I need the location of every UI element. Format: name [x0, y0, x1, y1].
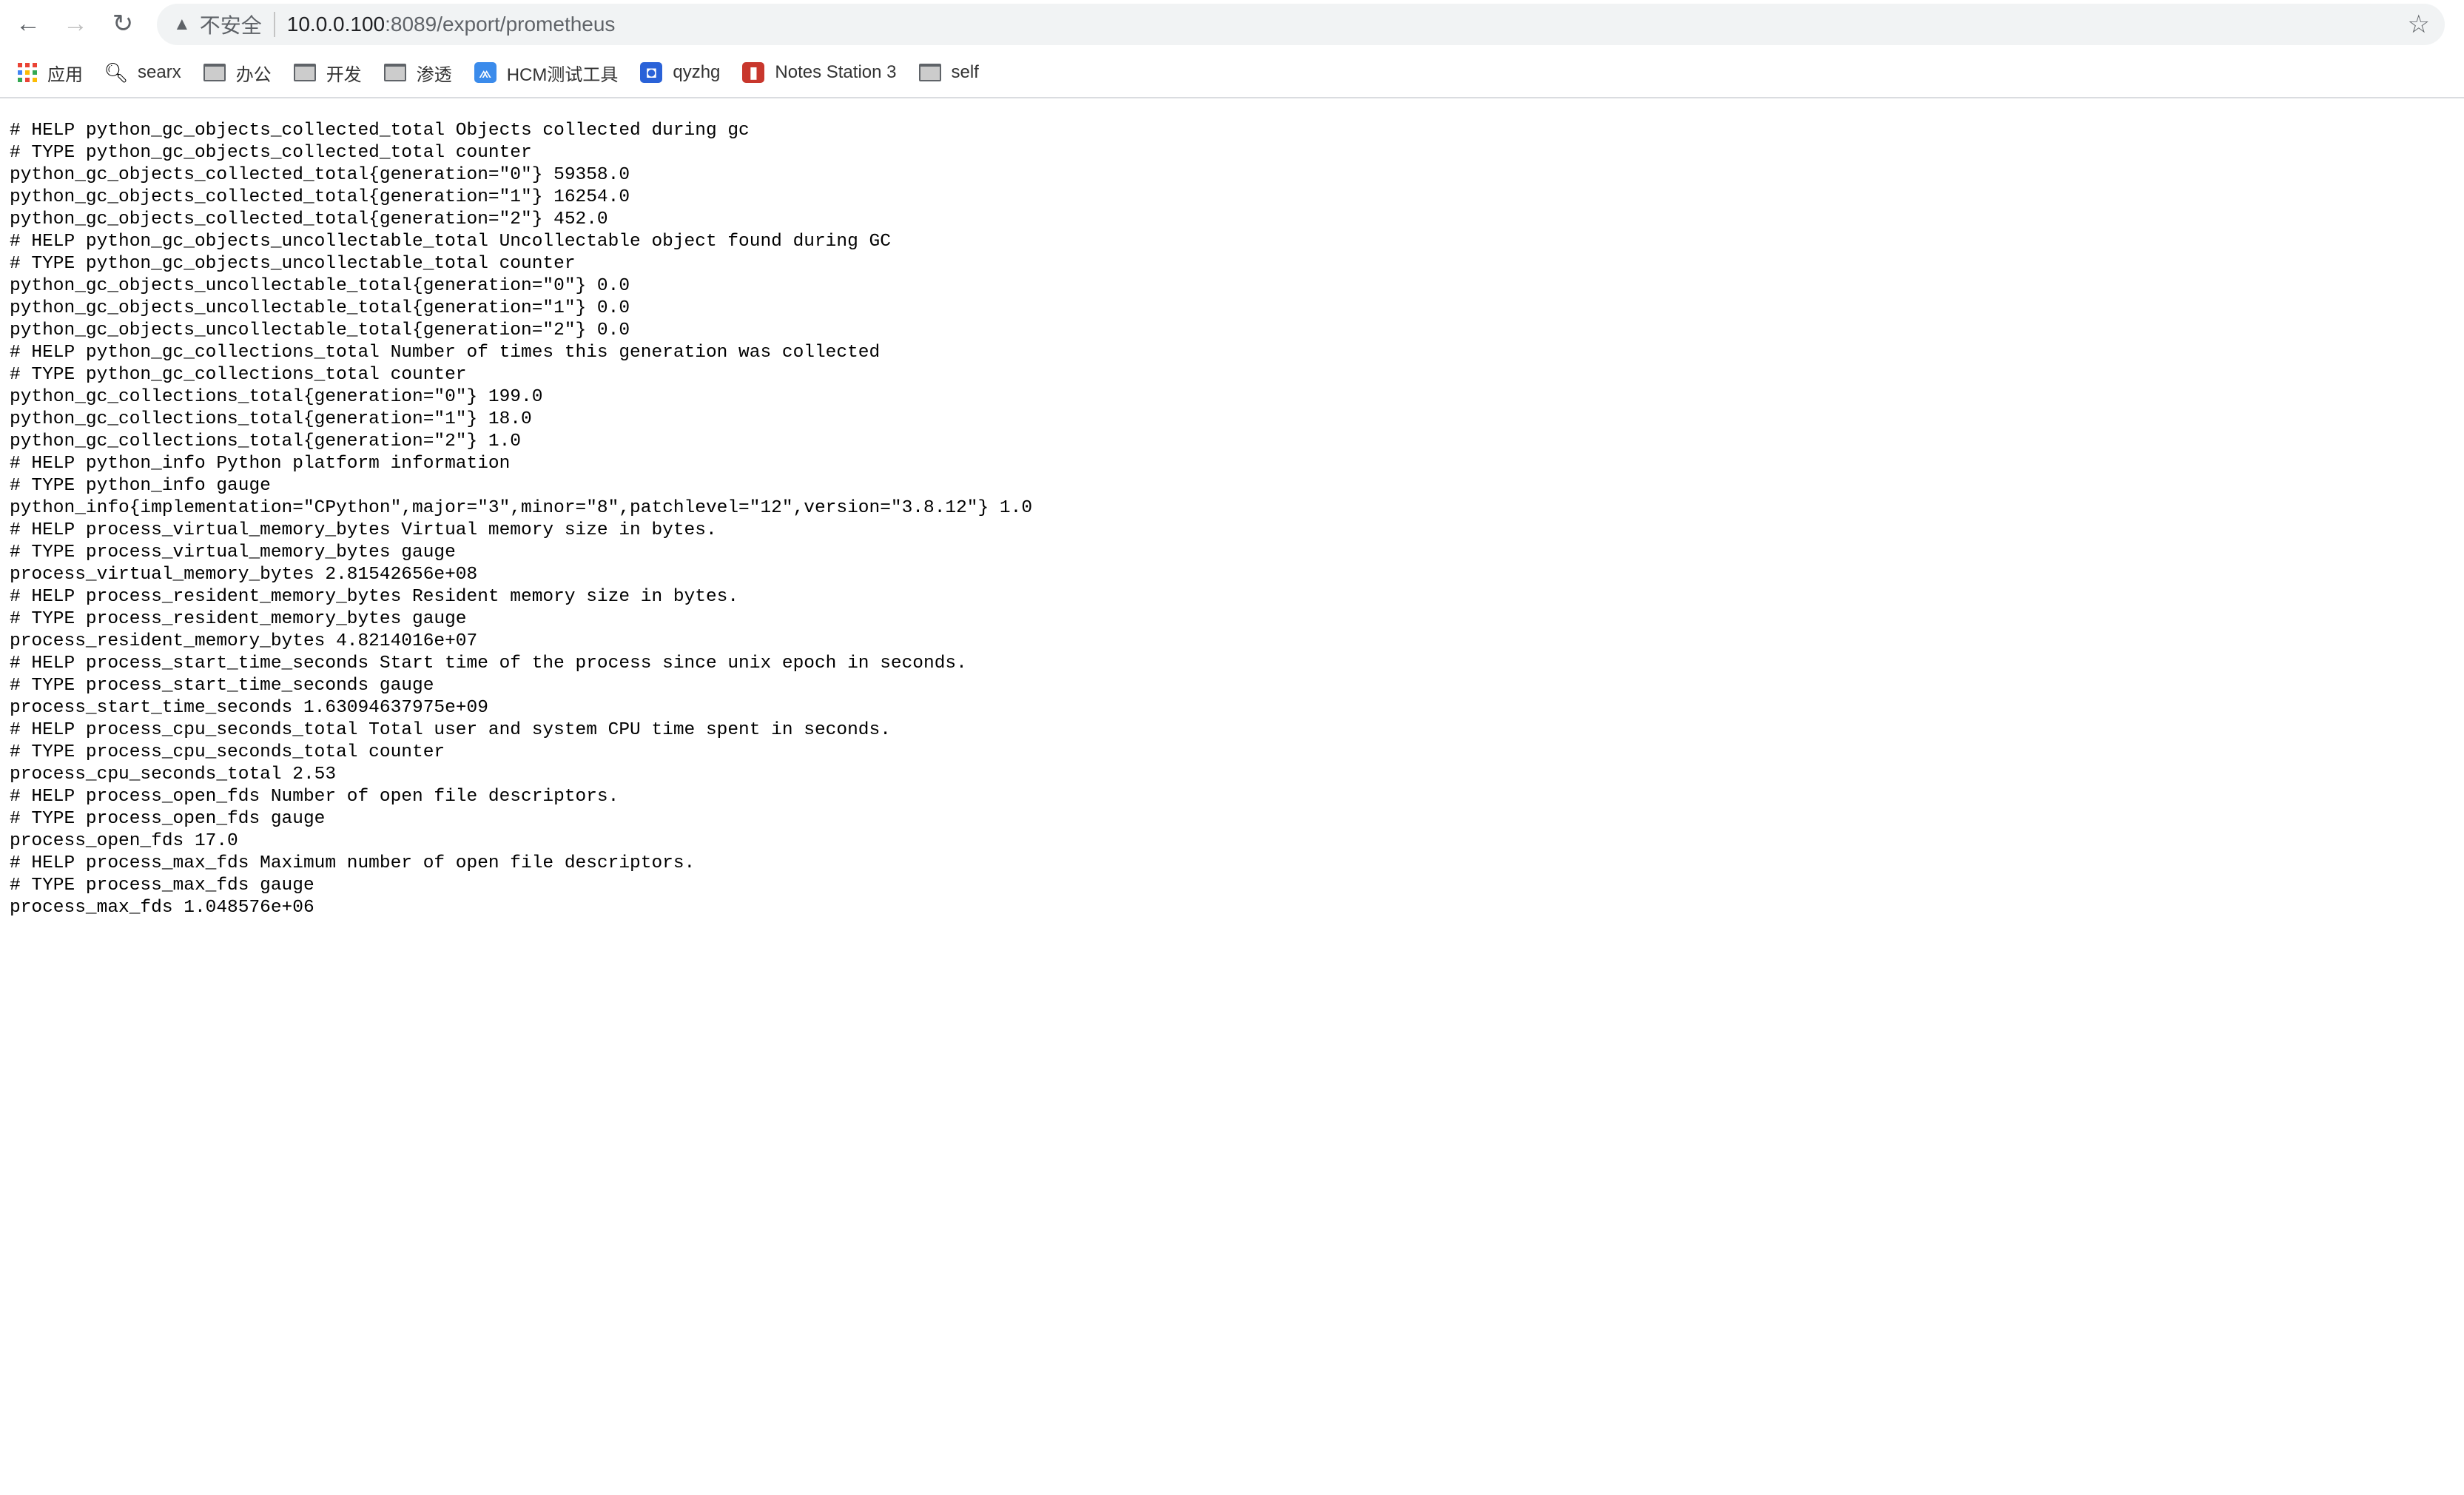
arrow-left-icon: ← — [16, 9, 41, 38]
metric-comment-line: # HELP python_gc_objects_collected_total… — [10, 121, 750, 141]
metric-comment-line: # HELP process_start_time_seconds Start … — [10, 654, 967, 673]
bookmark-hcm测试工具[interactable]: ⩕ HCM测试工具 — [474, 60, 619, 86]
bookmark-star-icon[interactable]: ☆ — [2408, 10, 2430, 39]
bookmarks-bar: 应用 🔍︎ searx 办公 开发 渗透 ⩕ HCM测试工具 ◘ qyzhg ▮ Notes Stat… — [0, 49, 2464, 96]
metric-comment-line: # TYPE process_max_fds gauge — [10, 876, 314, 896]
metric-value-line: process_resident_memory_bytes 4.8214016e… — [10, 631, 478, 651]
page-content: # HELP python_gc_objects_collected_total… — [10, 120, 1032, 919]
metric-comment-line: # HELP python_gc_collections_total Numbe… — [10, 343, 881, 363]
metric-comment-line: # TYPE python_gc_objects_uncollectable_t… — [10, 254, 576, 274]
metric-comment-line: # HELP python_gc_objects_uncollectable_t… — [10, 232, 891, 252]
metric-comment-line: # HELP process_max_fds Maximum number of… — [10, 853, 696, 873]
metric-value-line: python_gc_collections_total{generation="… — [10, 431, 522, 451]
bookmark-label: 办公 — [235, 64, 272, 85]
metric-value-line: process_open_fds 17.0 — [10, 831, 238, 851]
search-icon: 🔍︎ — [104, 61, 129, 84]
bookmark-label: 渗透 — [416, 64, 452, 85]
metric-comment-line: # HELP process_resident_memory_bytes Res… — [10, 587, 739, 607]
url-host[interactable]: 10.0.0.100 — [287, 13, 385, 36]
bookmark-label: 应用 — [47, 64, 83, 85]
bookmark-qyzhg[interactable]: ◘ qyzhg — [640, 62, 720, 83]
apps-grid-icon — [18, 63, 37, 82]
bookmark-label: 开发 — [326, 64, 362, 85]
bookmark-渗透[interactable]: 渗透 — [383, 60, 452, 86]
metric-value-line: python_gc_objects_uncollectable_total{ge… — [10, 276, 630, 296]
bookmark-label: qyzhg — [673, 62, 721, 82]
bookmark-label: Notes Station 3 — [775, 62, 897, 82]
security-label[interactable]: 不安全 — [200, 10, 262, 39]
metric-value-line: python_gc_objects_collected_total{genera… — [10, 165, 630, 185]
folder-icon — [918, 64, 941, 81]
folder-icon — [293, 64, 316, 81]
metric-comment-line: # TYPE process_start_time_seconds gauge — [10, 676, 434, 696]
metric-value-line: python_info{implementation="CPython",maj… — [10, 498, 1033, 518]
bookmark-notes-station-3[interactable]: ▮ Notes Station 3 — [742, 62, 897, 83]
address-bar[interactable]: ▲ 不安全 10.0.0.100:8089/export/prometheus … — [157, 4, 2445, 45]
metric-comment-line: # TYPE process_open_fds gauge — [10, 809, 326, 829]
reload-icon: ↻ — [112, 10, 134, 38]
bookmark-label: searx — [138, 62, 181, 82]
metric-value-line: process_virtual_memory_bytes 2.81542656e… — [10, 565, 478, 585]
bookmark-label: HCM测试工具 — [506, 64, 619, 85]
metric-comment-line: # HELP python_info Python platform infor… — [10, 454, 511, 474]
metric-comment-line: # HELP process_open_fds Number of open f… — [10, 787, 619, 807]
metric-comment-line: # TYPE python_info gauge — [10, 476, 271, 496]
hcm-logo-icon: ⩕ — [474, 62, 496, 83]
metric-value-line: process_cpu_seconds_total 2.53 — [10, 765, 337, 785]
metric-value-line: python_gc_collections_total{generation="… — [10, 409, 532, 429]
metric-comment-line: # TYPE process_virtual_memory_bytes gaug… — [10, 542, 456, 562]
url-path[interactable]: :8089/export/prometheus — [385, 13, 615, 36]
bookmark-self[interactable]: self — [918, 62, 979, 83]
divider — [273, 12, 275, 37]
metric-comment-line: # TYPE python_gc_objects_collected_total… — [10, 143, 532, 163]
metric-comment-line: # TYPE python_gc_collections_total count… — [10, 365, 467, 385]
bookmark-searx[interactable]: 🔍︎ searx — [104, 61, 181, 84]
metric-comment-line: # TYPE process_cpu_seconds_total counter — [10, 742, 445, 762]
metric-value-line: python_gc_objects_uncollectable_total{ge… — [10, 298, 630, 318]
notes-logo-icon: ▮ — [742, 62, 765, 83]
metric-comment-line: # HELP process_cpu_seconds_total Total u… — [10, 720, 891, 740]
metric-comment-line: # TYPE process_resident_memory_bytes gau… — [10, 609, 467, 629]
metric-value-line: python_gc_objects_uncollectable_total{ge… — [10, 320, 630, 340]
metric-value-line: python_gc_collections_total{generation="… — [10, 387, 543, 407]
metric-value-line: process_max_fds 1.048576e+06 — [10, 898, 314, 918]
folder-icon — [203, 64, 226, 81]
back-button[interactable]: ← — [12, 7, 44, 40]
qyzhg-logo-icon: ◘ — [640, 62, 663, 83]
bookmark-办公[interactable]: 办公 — [203, 60, 272, 86]
bookmark-label: self — [951, 62, 979, 82]
metric-value-line: python_gc_objects_collected_total{genera… — [10, 209, 608, 229]
metric-comment-line: # HELP process_virtual_memory_bytes Virt… — [10, 520, 717, 540]
toolbar-divider — [0, 97, 2464, 98]
browser-toolbar: ← → ↻ ▲ 不安全 10.0.0.100:8089/export/prome… — [0, 0, 2464, 49]
metric-value-line: python_gc_objects_collected_total{genera… — [10, 187, 630, 207]
folder-icon — [383, 64, 406, 81]
arrow-right-icon: → — [63, 9, 88, 38]
reload-button[interactable]: ↻ — [107, 7, 139, 40]
forward-button[interactable]: → — [59, 7, 92, 40]
warning-triangle-icon[interactable]: ▲ — [173, 14, 191, 35]
bookmark-应用[interactable]: 应用 — [18, 60, 83, 86]
metric-value-line: process_start_time_seconds 1.63094637975… — [10, 698, 488, 718]
bookmark-开发[interactable]: 开发 — [293, 60, 362, 86]
